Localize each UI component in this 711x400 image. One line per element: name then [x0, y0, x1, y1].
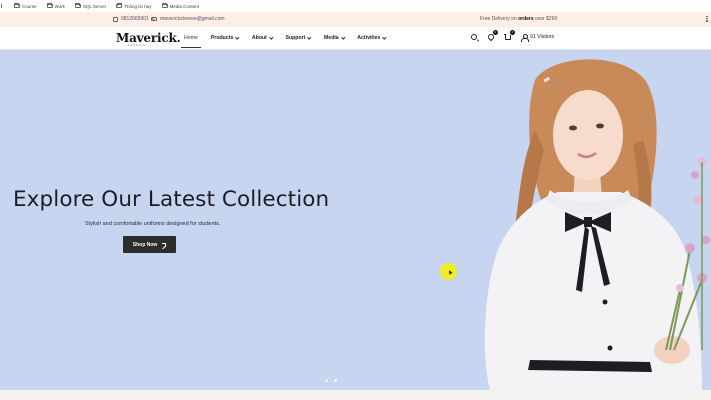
bookmark-label: Thông tin hay	[124, 3, 152, 9]
next-section-edge	[0, 390, 711, 400]
main-nav: Home Products About Support Media Activi…	[181, 35, 399, 49]
nav-label: Media	[323, 35, 339, 41]
logo-tagline: FASHION	[128, 44, 147, 47]
bookmarks-bar: Course Work SQL Server Thông tin hay Med…	[0, 0, 711, 12]
chevron-down-icon	[341, 35, 345, 40]
bookmarks-edge	[1, 4, 4, 8]
shop-now-button[interactable]: Shop Now	[123, 236, 176, 253]
folder-icon	[74, 3, 81, 8]
chevron-down-icon	[235, 35, 240, 40]
free-delivery-promo: Free Delivery on orders over $260	[480, 16, 557, 22]
nav-activities[interactable]: Activities	[357, 35, 387, 41]
nav-label: Support	[285, 35, 306, 41]
promo-bold: orders	[518, 16, 534, 22]
site-header: Maverick. FASHION Home Products About Su…	[0, 27, 711, 50]
carousel-dot-2[interactable]	[334, 379, 337, 382]
wishlist-count-badge: 0	[493, 30, 498, 35]
hero-banner: Explore Our Latest Collection Stylish an…	[0, 50, 711, 390]
contact-phone[interactable]: 0812665001	[113, 16, 149, 22]
chevron-down-icon	[269, 35, 274, 40]
nav-label: Products	[210, 35, 234, 41]
nav-label: Home	[184, 35, 198, 41]
folder-icon	[116, 3, 123, 8]
carousel-dot-1[interactable]	[325, 379, 328, 382]
folder-icon	[161, 3, 168, 8]
bookmark-media-content[interactable]: Media Content	[161, 3, 199, 9]
mouse-cursor-highlight	[440, 263, 457, 280]
bookmark-label: Course	[22, 3, 37, 9]
bookmark-sql-server[interactable]: SQL Server	[74, 3, 107, 9]
hero-model-image	[484, 59, 710, 390]
carousel-indicators	[325, 379, 337, 382]
cart-count-badge: 0	[510, 30, 515, 35]
nav-products[interactable]: Products	[210, 35, 240, 41]
hero-title: Explore Our Latest Collection	[13, 187, 330, 212]
folder-icon	[14, 3, 20, 8]
nav-label: Activities	[357, 35, 381, 41]
shop-now-label: Shop Now	[132, 241, 158, 248]
top-info-bar: 0812665001 maverickstoreee@gmail.com Fre…	[0, 12, 711, 27]
nav-media[interactable]: Media	[323, 35, 345, 41]
nav-label: About	[251, 35, 267, 41]
folder-icon	[46, 3, 53, 8]
contact-email[interactable]: maverickstoreee@gmail.com	[151, 16, 225, 22]
chevron-down-icon	[307, 35, 312, 40]
nav-support[interactable]: Support	[285, 35, 312, 41]
header-actions: 0 0 91 Visitors	[470, 30, 555, 42]
more-options-icon[interactable]	[703, 15, 711, 24]
arrow-up-right-icon	[162, 242, 167, 247]
phone-number: 0812665001	[121, 16, 149, 22]
mail-icon	[151, 16, 157, 22]
search-button[interactable]	[470, 33, 478, 41]
bookmark-label: Work	[54, 3, 65, 9]
search-icon	[471, 34, 477, 40]
cart-button[interactable]: 0	[504, 30, 515, 41]
wishlist-button[interactable]: 0	[486, 30, 498, 42]
chevron-down-icon	[382, 35, 387, 40]
promo-suffix: over $260	[533, 16, 558, 22]
bookmark-thong-tin-hay[interactable]: Thông tin hay	[116, 3, 152, 9]
visitor-count: 91 Visitors	[530, 34, 555, 40]
nav-home[interactable]: Home	[181, 35, 201, 49]
visitor-counter: 91 Visitors	[521, 33, 555, 42]
bookmark-label: SQL Server	[82, 3, 107, 9]
email-address: maverickstoreee@gmail.com	[160, 16, 225, 22]
bookmark-label: Media Content	[169, 3, 199, 9]
phone-icon	[113, 16, 118, 22]
hero-subtitle: Stylish and comfortable uniforms designe…	[85, 221, 221, 227]
promo-prefix: Free Delivery on	[480, 16, 519, 22]
nav-about[interactable]: About	[251, 35, 274, 41]
user-icon	[521, 33, 529, 42]
site-logo[interactable]: Maverick.	[116, 31, 181, 45]
bookmark-work[interactable]: Work	[46, 3, 65, 9]
bookmark-course[interactable]: Course	[14, 3, 37, 9]
cart-icon	[504, 33, 511, 40]
